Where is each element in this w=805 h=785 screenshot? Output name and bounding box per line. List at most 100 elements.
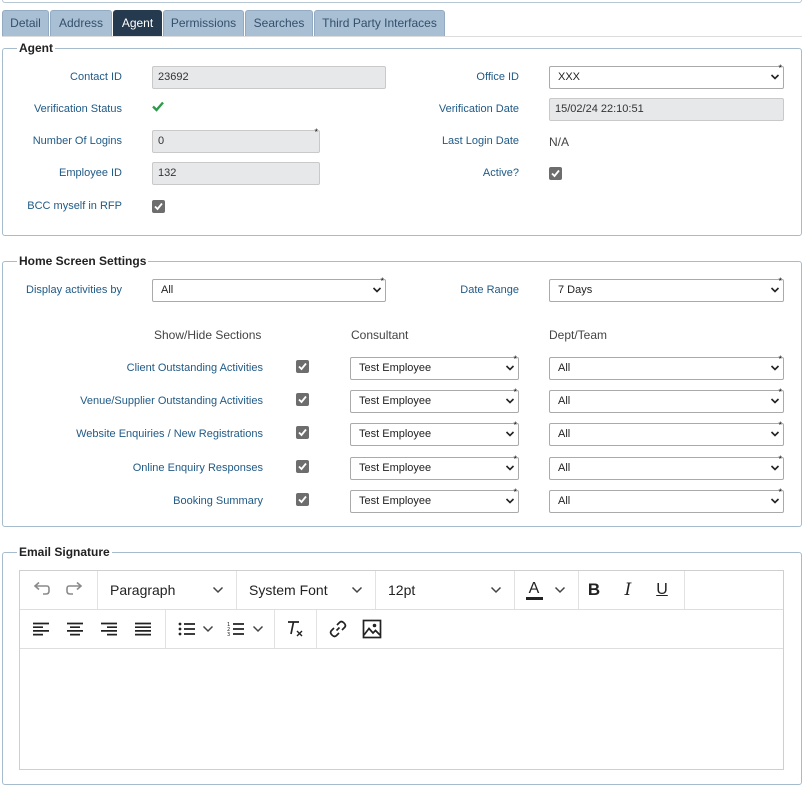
clear-formatting-icon — [288, 621, 303, 637]
bcc-label: BCC myself in RFP — [27, 200, 122, 212]
undo-icon — [33, 581, 50, 595]
home-section-visible-checkbox[interactable] — [296, 360, 309, 373]
dept-team-select[interactable]: All * — [549, 421, 784, 446]
checkmark-icon — [154, 202, 163, 211]
signature-editor: Paragraph System Font 12pt A B I U 1 2 3 — [19, 570, 784, 770]
tab-agent[interactable]: Agent — [113, 10, 162, 36]
numbered-list-menu-button[interactable] — [249, 617, 267, 641]
tab-third-party-interfaces[interactable]: Third Party Interfaces — [314, 10, 445, 36]
insert-image-button[interactable] — [359, 617, 385, 641]
number-of-logins-field[interactable]: 0 * — [152, 127, 320, 153]
bold-button[interactable]: B — [581, 578, 607, 602]
dept-team-value: All — [558, 462, 571, 474]
chevron-down-icon — [554, 586, 566, 594]
bullet-list-menu-button[interactable] — [199, 617, 217, 641]
font-family-dropdown[interactable]: System Font — [237, 571, 375, 609]
checkmark-icon — [298, 395, 307, 404]
bcc-checkbox[interactable] — [152, 200, 165, 213]
home-section-visible-checkbox[interactable] — [296, 426, 309, 439]
date-range-select[interactable]: 7 Days * — [549, 277, 784, 302]
image-icon — [362, 619, 382, 639]
clear-formatting-button[interactable] — [282, 617, 308, 641]
consultant-select[interactable]: Test Employee * — [350, 488, 519, 513]
italic-button[interactable]: I — [615, 578, 641, 602]
text-color-menu-button[interactable] — [550, 578, 570, 602]
employee-id-field[interactable]: 132 — [152, 162, 320, 185]
home-section-visible-checkbox[interactable] — [296, 493, 309, 506]
home-section-label: Online Enquiry Responses — [132, 462, 263, 474]
align-justify-button[interactable] — [130, 617, 156, 641]
checkmark-icon — [551, 169, 560, 178]
display-activities-value: All — [161, 284, 174, 296]
underline-button[interactable]: U — [649, 578, 675, 602]
chevron-down-icon — [770, 287, 780, 293]
consultant-value: Test Employee — [359, 362, 432, 374]
checkmark-icon — [298, 362, 307, 371]
chevron-down-icon — [770, 365, 780, 371]
font-size-value: 12pt — [388, 582, 416, 598]
chevron-down-icon — [212, 586, 224, 594]
active-checkbox[interactable] — [549, 167, 562, 180]
number-of-logins-value: 0 — [158, 135, 165, 147]
tab-permissions[interactable]: Permissions — [163, 10, 244, 36]
verification-date-label: Verification Date — [438, 103, 519, 115]
link-icon — [329, 620, 347, 638]
toolbar-separator — [578, 571, 579, 609]
align-center-icon — [67, 622, 83, 636]
numbered-list-button[interactable]: 123 — [223, 617, 249, 641]
dept-team-select[interactable]: All * — [549, 455, 784, 480]
editor-toolbar-row-2: 123 — [20, 610, 783, 649]
underline-icon: U — [656, 581, 668, 598]
dept-team-value: All — [558, 495, 571, 507]
home-section-visible-checkbox[interactable] — [296, 393, 309, 406]
align-center-button[interactable] — [62, 617, 88, 641]
required-marker: * — [314, 127, 318, 137]
top-panel-edge — [2, 0, 802, 3]
italic-icon: I — [624, 580, 632, 600]
verified-check-icon — [152, 101, 164, 112]
font-size-dropdown[interactable]: 12pt — [376, 571, 514, 609]
dept-team-select[interactable]: All * — [549, 388, 784, 413]
dept-team-value: All — [558, 395, 571, 407]
consultant-select[interactable]: Test Employee * — [350, 421, 519, 446]
number-of-logins-label: Number Of Logins — [32, 135, 122, 147]
font-family-value: System Font — [249, 582, 328, 598]
verification-date-field[interactable]: 15/02/24 22:10:51 — [549, 98, 784, 121]
home-section-label: Client Outstanding Activities — [126, 362, 263, 374]
consultant-select[interactable]: Test Employee * — [350, 388, 519, 413]
consultant-value: Test Employee — [359, 428, 432, 440]
office-id-select[interactable]: XXX * — [549, 64, 784, 89]
block-format-dropdown[interactable]: Paragraph — [98, 571, 236, 609]
align-left-button[interactable] — [28, 617, 54, 641]
align-right-button[interactable] — [96, 617, 122, 641]
consultant-select[interactable]: Test Employee * — [350, 455, 519, 480]
chevron-down-icon — [770, 465, 780, 471]
chevron-down-icon — [505, 465, 515, 471]
display-activities-select[interactable]: All * — [152, 277, 386, 302]
tab-address[interactable]: Address — [50, 10, 112, 36]
home-section-visible-checkbox[interactable] — [296, 460, 309, 473]
signature-content-area[interactable] — [20, 649, 783, 769]
bullet-list-button[interactable] — [174, 617, 200, 641]
contact-id-field[interactable]: 23692 — [152, 66, 386, 89]
dept-team-value: All — [558, 428, 571, 440]
date-range-value: 7 Days — [558, 284, 593, 296]
insert-link-button[interactable] — [325, 617, 351, 641]
chevron-down-icon — [202, 625, 214, 633]
chevron-down-icon — [372, 287, 382, 293]
tab-detail[interactable]: Detail — [2, 10, 49, 36]
chevron-down-icon — [770, 431, 780, 437]
dept-team-select[interactable]: All * — [549, 488, 784, 513]
chevron-down-icon — [351, 586, 363, 594]
undo-button[interactable] — [28, 578, 54, 602]
align-justify-icon — [135, 622, 151, 636]
text-color-letter: A — [528, 579, 540, 597]
home-section-label: Website Enquiries / New Registrations — [76, 428, 263, 440]
align-right-icon — [101, 622, 117, 636]
redo-button[interactable] — [62, 578, 88, 602]
text-color-button[interactable]: A — [522, 578, 546, 602]
tab-searches[interactable]: Searches — [245, 10, 313, 36]
home-screen-settings-title: Home Screen Settings — [19, 254, 147, 268]
dept-team-select[interactable]: All * — [549, 355, 784, 380]
consultant-select[interactable]: Test Employee * — [350, 355, 519, 380]
